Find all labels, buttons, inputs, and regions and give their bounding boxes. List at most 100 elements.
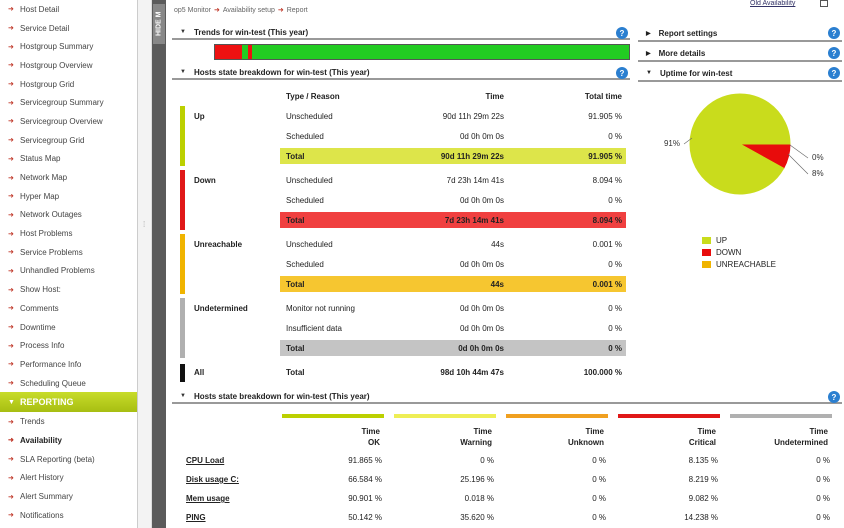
time-cell: 0d 0h 0m 0s [459,131,504,141]
help-icon[interactable]: ? [616,27,628,39]
reporting-section-header[interactable]: ▼ REPORTING [0,392,137,413]
column-header-line1: Time [473,427,492,436]
help-icon[interactable]: ? [828,27,840,39]
service-breakdown-header[interactable]: ▼ Hosts state breakdown for win-test (Th… [172,390,842,404]
col-total-header: Total time [584,91,622,101]
legend-swatch [702,236,711,244]
sidebar-item-label: Service Problems [20,247,83,257]
sidebar-item[interactable]: ➜ Servicegroup Summary [0,93,137,112]
column-color-bar [506,414,608,418]
table-row: Disk usage C: 66.584 % 25.196 % 0 % 8.219 % 0… [180,475,844,493]
sidebar-item-label: Process Info [20,341,65,351]
service-link[interactable]: Disk usage C: [186,475,239,484]
help-icon[interactable]: ? [828,391,840,403]
column-color-bar [394,414,496,418]
state-breakdown-header[interactable]: ▼ Hosts state breakdown for win-test (Th… [172,66,630,80]
service-link[interactable]: PING [186,513,206,522]
sidebar-item-label: Unhandled Problems [20,266,95,276]
breadcrumb-item[interactable]: op5 Monitor [174,7,211,14]
report-settings-label: Report settings [658,28,718,38]
report-settings-header[interactable]: ▶ Report settings ? [638,26,842,42]
arrow-right-icon: ➜ [8,6,14,14]
value-cell: 9.082 % [688,494,718,503]
state-table: Type / Reason Time Total time Up Unschedu… [180,86,626,382]
sidebar-item-label: Hyper Map [20,191,60,201]
sidebar-scrollbar[interactable]: ⁞ [138,0,152,528]
reporting-item[interactable]: ➜ SLA Reporting (beta) [0,450,137,469]
pie-slice-up [689,93,791,195]
sidebar-item[interactable]: ➜ Hostgroup Summary [0,37,137,56]
sidebar-item-label: Host Detail [20,4,60,14]
sidebar-item[interactable]: ➜ Service Problems [0,243,137,262]
sidebar-item[interactable]: ➜ Hostgroup Overview [0,56,137,75]
sidebar-item[interactable]: ➜ Downtime [0,318,137,337]
sidebar-item-label: Hostgroup Summary [20,42,94,52]
value-cell: 0 % [592,456,606,465]
state-group: Up Unscheduled 90d 11h 29m 22s 91.905 % Sche… [180,106,626,166]
collapse-triangle-icon: ▼ [646,70,652,76]
value-cell: 0 % [480,456,494,465]
arrow-right-icon: ➜ [8,43,14,51]
sidebar-item[interactable]: ➜ Comments [0,299,137,318]
breadcrumb-item[interactable]: Availability setup [223,7,275,14]
reporting-item[interactable]: ➜ Alert Summary [0,487,137,506]
sidebar-item[interactable]: ➜ Process Info [0,336,137,355]
sidebar-item[interactable]: ➜ Servicegroup Overview [0,112,137,131]
service-link[interactable]: CPU Load [186,456,224,465]
sidebar-item[interactable]: ➜ Service Detail [0,19,137,38]
sidebar-item[interactable]: ➜ Scheduling Queue [0,374,137,393]
sidebar-item[interactable]: ➜ Unhandled Problems [0,262,137,281]
arrow-right-icon: ➜ [8,230,14,238]
window-icon[interactable] [820,0,828,7]
column-header: Time Undetermined [732,426,828,448]
help-icon[interactable]: ? [828,47,840,59]
arrow-right-icon: ➜ [8,193,14,201]
sidebar-item[interactable]: ➜ Show Host: [0,280,137,299]
service-link[interactable]: Mem usage [186,494,230,503]
reporting-item[interactable]: ➜ Trends [0,412,137,431]
help-icon[interactable]: ? [828,67,840,79]
collapse-triangle-icon: ▼ [180,393,186,399]
value-cell: 91.865 % [348,456,382,465]
hide-menu-toggle[interactable]: HIDE M [152,0,166,528]
reporting-item-label: Trends [20,417,45,427]
uptime-header[interactable]: ▼ Uptime for win-test ? [638,66,842,82]
column-color-bar [282,414,384,418]
sidebar-item[interactable]: ➜ Status Map [0,150,137,169]
hide-menu-label[interactable]: HIDE M [153,4,165,44]
value-cell: 50.142 % [348,513,382,522]
value-cell: 0 % [816,475,830,484]
reporting-item[interactable]: ➜ Notifications [0,506,137,525]
sidebar-item[interactable]: ➜ Host Problems [0,224,137,243]
col-type-header: Type / Reason [286,91,340,101]
sidebar-item[interactable]: ➜ Hyper Map [0,187,137,206]
arrow-right-icon: ➜ [8,137,14,145]
old-availability-link[interactable]: Old Availability [750,0,795,7]
sidebar-item[interactable]: ➜ Host Detail [0,0,137,19]
sidebar-item[interactable]: ➜ Network Map [0,168,137,187]
help-icon[interactable]: ? [616,67,628,79]
sidebar-item[interactable]: ➜ Servicegroup Grid [0,131,137,150]
sidebar-item[interactable]: ➜ Network Outages [0,206,137,225]
column-header: Time Unknown [508,426,604,448]
column-header: Time OK [284,426,380,448]
total-highlight [280,276,626,292]
arrow-right-icon: ➜ [8,286,14,294]
type-cell: Unscheduled [286,239,333,249]
column-header-line1: Time [809,427,828,436]
reporting-item[interactable]: ➜ Availability [0,431,137,450]
trends-section-header[interactable]: ▼ Trends for win-test (This year) ? [172,26,630,40]
total-cell: 91.905 % [588,151,622,161]
state-table-header: Type / Reason Time Total time [180,86,626,106]
sidebar-item-label: Service Detail [20,23,70,33]
trend-segment-up[interactable] [252,45,629,59]
more-details-header[interactable]: ▶ More details ? [638,46,842,62]
trend-segment-down[interactable] [215,45,242,59]
total-cell: 0 % [608,259,622,269]
collapse-triangle-icon: ▼ [180,69,186,75]
trend-bar[interactable] [214,44,630,60]
sidebar-item[interactable]: ➜ Hostgroup Grid [0,75,137,94]
arrow-right-icon: ➜ [8,249,14,257]
sidebar-item[interactable]: ➜ Performance Info [0,355,137,374]
reporting-item[interactable]: ➜ Alert History [0,469,137,488]
